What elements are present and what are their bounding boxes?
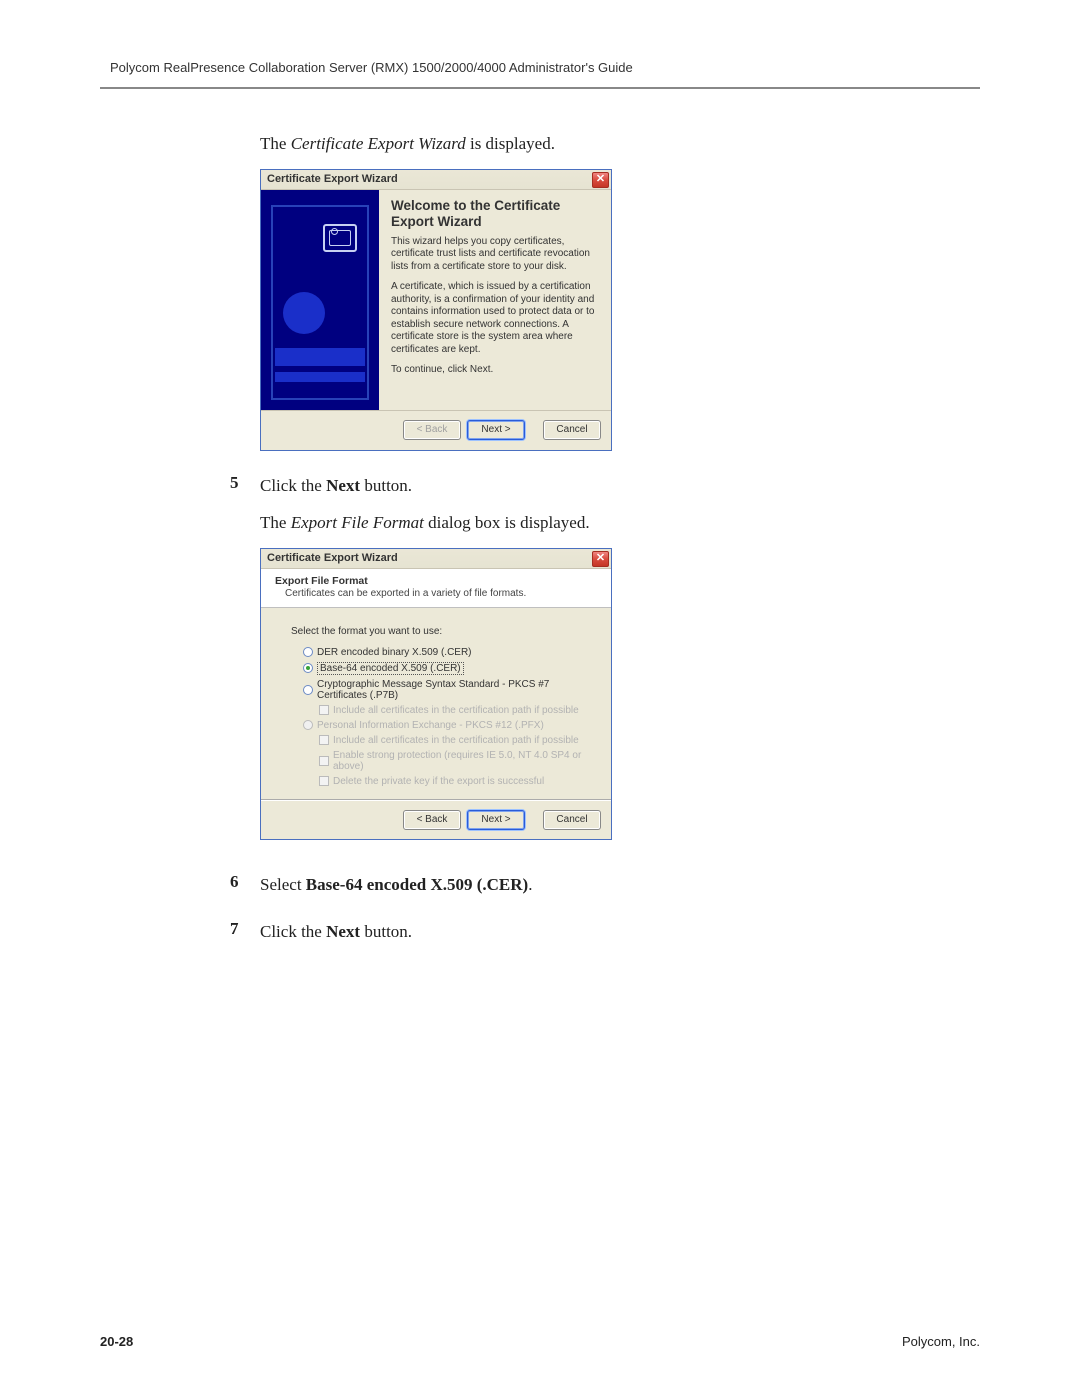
radio-icon xyxy=(303,663,313,673)
back-button[interactable]: < Back xyxy=(403,810,461,830)
dialog2-header-title: Export File Format xyxy=(275,575,601,587)
dialog1-titlebar: Certificate Export Wizard ✕ xyxy=(261,170,611,190)
step7-post: button. xyxy=(360,922,412,941)
step5b-post: dialog box is displayed. xyxy=(424,513,590,532)
cancel-button[interactable]: Cancel xyxy=(543,810,601,830)
intro-text: The Certificate Export Wizard is display… xyxy=(260,131,890,157)
step7-pre: Click the xyxy=(260,922,326,941)
step5-bold: Next xyxy=(326,476,360,495)
dialog1-title: Certificate Export Wizard xyxy=(267,173,398,185)
checkbox-icon xyxy=(319,735,329,745)
close-icon[interactable]: ✕ xyxy=(592,172,609,188)
step5-post: button. xyxy=(360,476,412,495)
page-footer: 20-28 Polycom, Inc. xyxy=(100,1334,980,1349)
opt-pfx-label: Personal Information Exchange - PKCS #12… xyxy=(317,720,544,731)
step6-bold: Base-64 encoded X.509 (.CER) xyxy=(306,875,528,894)
back-button: < Back xyxy=(403,420,461,440)
opt-pkcs7-label: Cryptographic Message Syntax Standard - … xyxy=(317,679,597,701)
radio-icon xyxy=(303,685,313,695)
dialog2-title: Certificate Export Wizard xyxy=(267,552,398,564)
wizard-sidebar-graphic xyxy=(261,190,379,410)
cancel-button[interactable]: Cancel xyxy=(543,420,601,440)
checkbox-icon xyxy=(319,756,329,766)
step5b-italic: Export File Format xyxy=(291,513,424,532)
step6-pre: Select xyxy=(260,875,306,894)
step5b-text: The Export File Format dialog box is dis… xyxy=(260,510,890,536)
doc-header: Polycom RealPresence Collaboration Serve… xyxy=(110,60,980,75)
opt-pfx-sub1-label: Include all certificates in the certific… xyxy=(333,735,579,746)
step5b-pre: The xyxy=(260,513,291,532)
opt-pkcs7-sub-label: Include all certificates in the certific… xyxy=(333,705,579,716)
step7-text: Click the Next button. xyxy=(260,919,890,945)
opt-pfx-sub2-label: Enable strong protection (requires IE 5.… xyxy=(333,750,597,772)
next-button[interactable]: Next > xyxy=(467,420,525,440)
checkbox-icon xyxy=(319,705,329,715)
step6-text: Select Base-64 encoded X.509 (.CER). xyxy=(260,872,890,898)
radio-pkcs7[interactable]: Cryptographic Message Syntax Standard - … xyxy=(291,677,597,703)
intro-post: is displayed. xyxy=(466,134,555,153)
footer-company: Polycom, Inc. xyxy=(902,1334,980,1349)
format-prompt: Select the format you want to use: xyxy=(291,626,597,637)
chk-pfx-include: Include all certificates in the certific… xyxy=(291,733,597,748)
close-icon[interactable]: ✕ xyxy=(592,551,609,567)
dialog1-p3: To continue, click Next. xyxy=(391,364,599,377)
intro-italic: Certificate Export Wizard xyxy=(291,134,466,153)
radio-der[interactable]: DER encoded binary X.509 (.CER) xyxy=(291,645,597,660)
step-number-7: 7 xyxy=(230,919,260,957)
radio-pfx: Personal Information Exchange - PKCS #12… xyxy=(291,718,597,733)
dialog1-heading: Welcome to the Certificate Export Wizard xyxy=(391,198,599,230)
radio-icon xyxy=(303,720,313,730)
dialog2-header-sub: Certificates can be exported in a variet… xyxy=(285,588,601,599)
checkbox-icon xyxy=(319,776,329,786)
dialog2-header-panel: Export File Format Certificates can be e… xyxy=(261,569,611,608)
dialog1-p1: This wizard helps you copy certificates,… xyxy=(391,236,599,274)
step-number-6: 6 xyxy=(230,872,260,910)
intro-pre: The xyxy=(260,134,291,153)
chk-pfx-strong: Enable strong protection (requires IE 5.… xyxy=(291,748,597,774)
chk-pfx-delete: Delete the private key if the export is … xyxy=(291,774,597,789)
radio-icon xyxy=(303,647,313,657)
export-file-format-dialog: Certificate Export Wizard ✕ Export File … xyxy=(260,548,612,840)
step7-bold: Next xyxy=(326,922,360,941)
step5-text: Click the Next button. xyxy=(260,473,890,499)
chk-pkcs7-include: Include all certificates in the certific… xyxy=(291,703,597,718)
step5-pre: Click the xyxy=(260,476,326,495)
step6-post: . xyxy=(528,875,532,894)
radio-base64[interactable]: Base-64 encoded X.509 (.CER) xyxy=(291,660,597,677)
opt-pfx-sub3-label: Delete the private key if the export is … xyxy=(333,776,544,787)
page-number: 20-28 xyxy=(100,1334,133,1349)
opt-base64-label: Base-64 encoded X.509 (.CER) xyxy=(317,662,464,675)
dialog1-p2: A certificate, which is issued by a cert… xyxy=(391,281,599,356)
header-rule xyxy=(100,87,980,89)
next-button[interactable]: Next > xyxy=(467,810,525,830)
step-number-5: 5 xyxy=(230,473,260,862)
cert-export-wizard-welcome-dialog: Certificate Export Wizard ✕ Welcome to t… xyxy=(260,169,612,451)
opt-der-label: DER encoded binary X.509 (.CER) xyxy=(317,647,472,658)
dialog2-titlebar: Certificate Export Wizard ✕ xyxy=(261,549,611,569)
